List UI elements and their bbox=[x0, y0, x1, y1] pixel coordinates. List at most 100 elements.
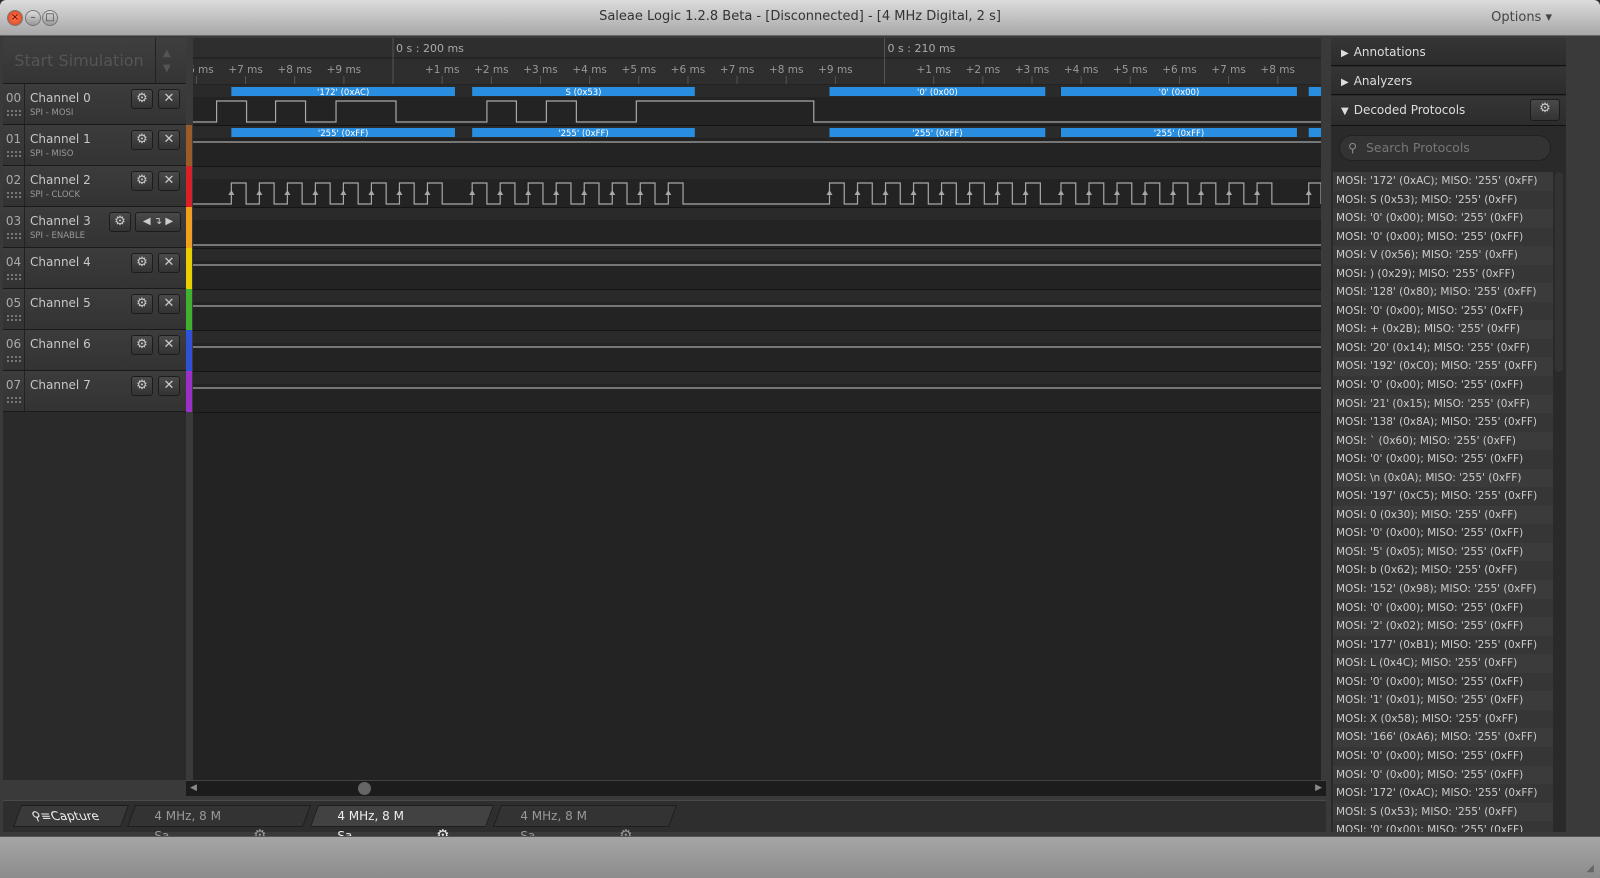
decoded-list-item[interactable]: MOSI: '152' (0x98); MISO: '255' (0xFF) bbox=[1333, 580, 1553, 599]
mosi-frame-bar[interactable] bbox=[1308, 87, 1524, 96]
options-menu[interactable]: Options ▾ bbox=[1491, 10, 1552, 25]
channel-row[interactable]: 02 Channel 2 SPI - CLOCK ⚙ ✕ bbox=[3, 166, 186, 207]
decoded-list-item[interactable]: MOSI: '0' (0x00); MISO: '255' (0xFF) bbox=[1333, 598, 1553, 618]
arrow-down-icon[interactable]: ▼ bbox=[163, 61, 171, 76]
decoded-list-item[interactable]: MOSI: ` (0x60); MISO: '255' (0xFF) bbox=[1333, 431, 1553, 451]
channel-row[interactable]: 01 Channel 1 SPI - MISO ⚙ ✕ bbox=[3, 125, 186, 166]
decoded-list-item[interactable]: MOSI: '128' (0x80); MISO: '255' (0xFF) bbox=[1333, 283, 1553, 302]
channel-name[interactable]: Channel 0 bbox=[30, 91, 91, 105]
channel-row[interactable]: 03 Channel 3 SPI - ENABLE ⚙ ◀ ↴ ▶ bbox=[3, 207, 186, 248]
horizontal-scrollbar[interactable]: ◀ ▶ bbox=[186, 780, 1326, 796]
decoded-list[interactable]: MOSI: '172' (0xAC); MISO: '255' (0xFF) MO… bbox=[1333, 172, 1553, 832]
speed-arrows[interactable]: ▲ ▼ bbox=[163, 46, 171, 76]
decoded-list-item[interactable]: MOSI: '0' (0x00); MISO: '255' (0xFF) bbox=[1333, 746, 1553, 766]
decoded-list-item[interactable]: MOSI: '177' (0xB1); MISO: '255' (0xFF) bbox=[1333, 635, 1553, 655]
decoded-list-item[interactable]: MOSI: '0' (0x00); MISO: '255' (0xFF) bbox=[1333, 765, 1553, 785]
session-tab[interactable]: 4 MHz, 8 M Sa...⚙ bbox=[309, 805, 495, 844]
channel-settings-gear-icon[interactable]: ⚙ bbox=[131, 294, 153, 314]
decoded-list-item[interactable]: MOSI: L (0x4C); MISO: '255' (0xFF) bbox=[1333, 654, 1553, 673]
scroll-left-icon[interactable]: ◀ bbox=[190, 783, 197, 793]
drag-handle-icon[interactable] bbox=[7, 397, 21, 403]
channel-name[interactable]: Channel 3 bbox=[30, 214, 91, 228]
channel-name[interactable]: Channel 2 bbox=[30, 173, 91, 187]
decoded-protocols-section[interactable]: ▼ Decoded Protocols ⚙ bbox=[1331, 96, 1566, 126]
channel-row[interactable]: 07 Channel 7 ⚙ ✕ bbox=[3, 371, 186, 412]
channel-remove-close-icon[interactable]: ✕ bbox=[158, 89, 180, 109]
trigger-edge-selector[interactable]: ◀ ↴ ▶ bbox=[135, 212, 181, 232]
channel-row[interactable]: 05 Channel 5 ⚙ ✕ bbox=[3, 289, 186, 330]
channel-settings-gear-icon[interactable]: ⚙ bbox=[131, 89, 153, 109]
decoded-list-item[interactable]: MOSI: '0' (0x00); MISO: '255' (0xFF) bbox=[1333, 450, 1553, 469]
channel-row[interactable]: 06 Channel 6 ⚙ ✕ bbox=[3, 330, 186, 371]
decoded-list-item[interactable]: MOSI: V (0x56); MISO: '255' (0xFF) bbox=[1333, 246, 1553, 265]
drag-handle-icon[interactable] bbox=[7, 315, 21, 321]
decoded-list-item[interactable]: MOSI: '20' (0x14); MISO: '255' (0xFF) bbox=[1333, 338, 1553, 358]
channel-remove-close-icon[interactable]: ✕ bbox=[158, 253, 180, 273]
decoded-list-item[interactable]: MOSI: '0' (0x00); MISO: '255' (0xFF) bbox=[1333, 301, 1553, 321]
drag-handle-icon[interactable] bbox=[7, 356, 21, 362]
channel-name[interactable]: Channel 7 bbox=[30, 378, 91, 392]
decoded-list-item[interactable]: MOSI: 0 (0x30); MISO: '255' (0xFF) bbox=[1333, 505, 1553, 525]
channel-settings-gear-icon[interactable]: ⚙ bbox=[131, 376, 153, 396]
trigger-prev-icon[interactable]: ◀ bbox=[143, 216, 151, 227]
arrow-up-icon[interactable]: ▲ bbox=[163, 46, 171, 61]
decoded-list-item[interactable]: MOSI: \n (0x0A); MISO: '255' (0xFF) bbox=[1333, 468, 1553, 488]
channel-name[interactable]: Channel 4 bbox=[30, 255, 91, 269]
decoded-list-item[interactable]: MOSI: X (0x58); MISO: '255' (0xFF) bbox=[1333, 709, 1553, 729]
waveform-area[interactable]: 0 s : 200 ms 0 s : 210 ms +6 ms +7 ms +8 ms +… bbox=[179, 38, 1524, 780]
decoded-list-item[interactable]: MOSI: ) (0x29); MISO: '255' (0xFF) bbox=[1333, 264, 1553, 284]
decoded-list-item[interactable]: MOSI: '0' (0x00); MISO: '255' (0xFF) bbox=[1333, 376, 1553, 395]
session-tab[interactable]: 4 MHz, 8 M Sa...⚙ bbox=[492, 805, 678, 844]
channel-name[interactable]: Channel 6 bbox=[30, 337, 91, 351]
trigger-next-icon[interactable]: ▶ bbox=[165, 216, 173, 227]
drag-handle-icon[interactable] bbox=[7, 151, 21, 157]
channel-settings-gear-icon[interactable]: ⚙ bbox=[109, 212, 131, 232]
capture-tab[interactable]: ⚲≡ Capture bbox=[12, 805, 130, 827]
channel-name[interactable]: Channel 5 bbox=[30, 296, 91, 310]
decoded-list-item[interactable]: MOSI: '166' (0xA6); MISO: '255' (0xFF) bbox=[1333, 728, 1553, 747]
channel-remove-close-icon[interactable]: ✕ bbox=[158, 294, 180, 314]
channel-settings-gear-icon[interactable]: ⚙ bbox=[131, 171, 153, 191]
session-tab[interactable]: 4 MHz, 8 M Sa...⚙ bbox=[126, 805, 312, 844]
decoded-list-item[interactable]: MOSI: '172' (0xAC); MISO: '255' (0xFF) bbox=[1333, 784, 1553, 803]
decoded-list-scrollbar[interactable] bbox=[1555, 172, 1563, 372]
drag-handle-icon[interactable] bbox=[7, 192, 21, 198]
decoded-list-item[interactable]: MOSI: '192' (0xC0); MISO: '255' (0xFF) bbox=[1333, 357, 1553, 377]
channel-row[interactable]: 00 Channel 0 SPI - MOSI ⚙ ✕ bbox=[3, 84, 186, 125]
decoded-list-item[interactable]: MOSI: '1' (0x01); MISO: '255' (0xFF) bbox=[1333, 691, 1553, 710]
channel-remove-close-icon[interactable]: ✕ bbox=[158, 335, 180, 355]
channel-name[interactable]: Channel 1 bbox=[30, 132, 91, 146]
waveform-canvas[interactable]: 0 s : 200 ms 0 s : 210 ms +6 ms +7 ms +8 ms +… bbox=[179, 38, 1524, 780]
channel-settings-gear-icon[interactable]: ⚙ bbox=[131, 335, 153, 355]
miso-frame-bar[interactable] bbox=[1308, 128, 1524, 137]
decoded-list-item[interactable]: MOSI: '2' (0x02); MISO: '255' (0xFF) bbox=[1333, 617, 1553, 636]
decoded-list-item[interactable]: MOSI: '138' (0x8A); MISO: '255' (0xFF) bbox=[1333, 413, 1553, 432]
decoded-list-item[interactable]: MOSI: '0' (0x00); MISO: '255' (0xFF) bbox=[1333, 209, 1553, 228]
channel-remove-close-icon[interactable]: ✕ bbox=[158, 130, 180, 150]
search-protocols-input[interactable]: ⚲ Search Protocols bbox=[1339, 135, 1551, 161]
drag-handle-icon[interactable] bbox=[7, 233, 21, 239]
decoded-list-item[interactable]: MOSI: '0' (0x00); MISO: '255' (0xFF) bbox=[1333, 672, 1553, 692]
drag-handle-icon[interactable] bbox=[7, 274, 21, 280]
decoded-settings-gear-icon[interactable]: ⚙ bbox=[1530, 99, 1560, 121]
scroll-right-icon[interactable]: ▶ bbox=[1315, 783, 1322, 793]
decoded-list-item[interactable]: MOSI: '0' (0x00); MISO: '255' (0xFF) bbox=[1333, 524, 1553, 543]
decoded-list-item[interactable]: MOSI: '172' (0xAC); MISO: '255' (0xFF) bbox=[1333, 172, 1553, 191]
decoded-list-item[interactable]: MOSI: S (0x53); MISO: '255' (0xFF) bbox=[1333, 802, 1553, 822]
decoded-list-item[interactable]: MOSI: '5' (0x05); MISO: '255' (0xFF) bbox=[1333, 542, 1553, 562]
drag-handle-icon[interactable] bbox=[7, 110, 21, 116]
resize-grip-icon[interactable]: ◢ bbox=[1586, 863, 1594, 874]
channel-remove-close-icon[interactable]: ✕ bbox=[158, 171, 180, 191]
decoded-list-item[interactable]: MOSI: '0' (0x00); MISO: '255' (0xFF) bbox=[1333, 821, 1553, 832]
scroll-thumb[interactable] bbox=[358, 782, 371, 795]
decoded-list-item[interactable]: MOSI: b (0x62); MISO: '255' (0xFF) bbox=[1333, 561, 1553, 581]
decoded-list-item[interactable]: MOSI: '0' (0x00); MISO: '255' (0xFF) bbox=[1333, 227, 1553, 247]
start-simulation-button[interactable]: Start Simulation bbox=[3, 38, 156, 84]
channel-settings-gear-icon[interactable]: ⚙ bbox=[131, 253, 153, 273]
decoded-list-item[interactable]: MOSI: + (0x2B); MISO: '255' (0xFF) bbox=[1333, 320, 1553, 339]
channel-remove-close-icon[interactable]: ✕ bbox=[158, 376, 180, 396]
decoded-list-item[interactable]: MOSI: '21' (0x15); MISO: '255' (0xFF) bbox=[1333, 394, 1553, 414]
channel-settings-gear-icon[interactable]: ⚙ bbox=[131, 130, 153, 150]
annotations-section[interactable]: ▶ Annotations bbox=[1331, 38, 1566, 66]
decoded-list-item[interactable]: MOSI: '197' (0xC5); MISO: '255' (0xFF) bbox=[1333, 487, 1553, 506]
